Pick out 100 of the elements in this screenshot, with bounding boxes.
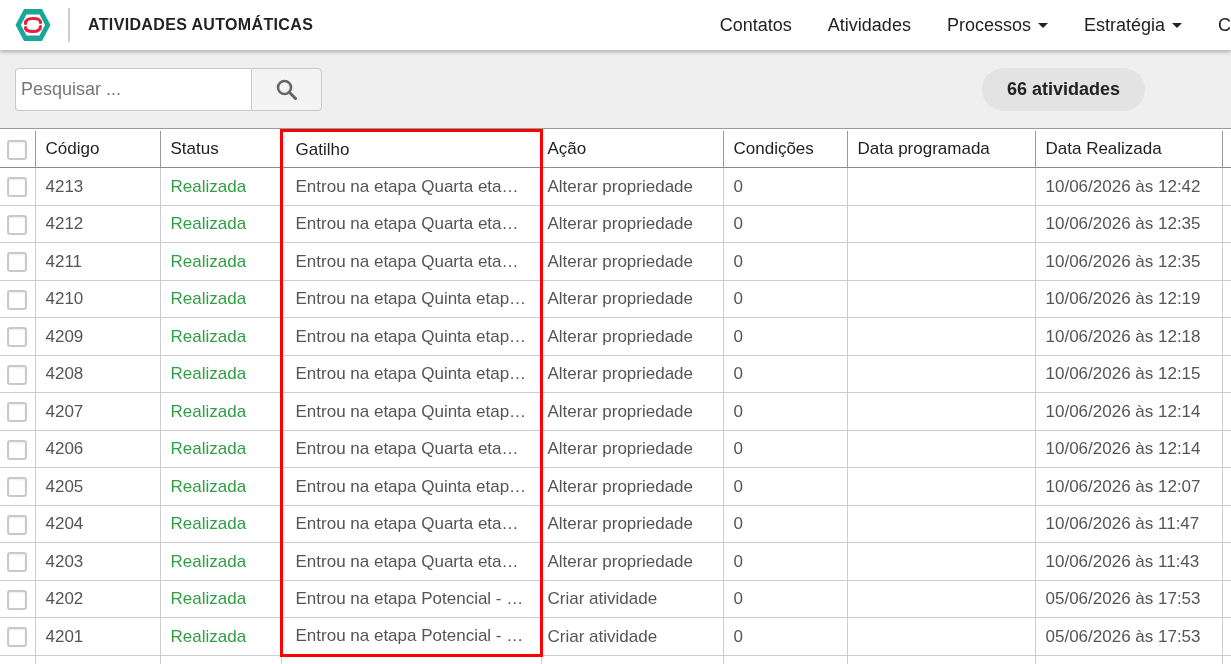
row-checkbox[interactable]	[7, 552, 28, 572]
table-cell: Entrou na etapa Quarta eta…	[281, 505, 541, 543]
status-text: Realizada	[160, 317, 281, 355]
column-header: Status	[160, 130, 281, 168]
table-cell: Criar atividade	[541, 617, 723, 655]
row-checkbox[interactable]	[7, 477, 28, 497]
nav-link[interactable]: Contatos	[701, 11, 810, 39]
table-cell: Entrou na etapa Potencial - …	[281, 617, 541, 655]
table-cell: 4205	[35, 467, 160, 505]
column-header: Data Realizada	[1035, 130, 1222, 168]
table-cell: 10/06/2026 às 12:19	[1035, 280, 1222, 318]
status-text: Realizada	[160, 617, 281, 655]
table-cell: Entrou na etapa Quinta etap…	[281, 317, 541, 355]
table-cell: Alterar propriedade	[541, 280, 723, 318]
table-cell: Entrou na etapa Potencial - …	[281, 580, 541, 618]
table-cell: 10/06/2026 às 12:18	[1035, 317, 1222, 355]
row-checkbox[interactable]	[7, 439, 28, 460]
status-text: Realizada	[160, 280, 281, 318]
activity-count: 66 atividades	[981, 67, 1145, 111]
table-cell: Entrou na etapa Quinta etap…	[281, 355, 541, 393]
table-cell: Criar atividade	[541, 580, 723, 618]
nav-link[interactable]: Estratégia	[1065, 11, 1200, 39]
status-text: Realizada	[160, 542, 281, 580]
row-checkbox[interactable]	[7, 514, 28, 535]
search-button[interactable]	[251, 67, 322, 111]
table-cell: 10/06/2026 às 12:07	[1035, 467, 1222, 505]
table-cell: 4206	[35, 430, 160, 468]
table-cell: Alterar propriedade	[541, 205, 723, 243]
status-text: Realizada	[160, 505, 281, 543]
table-cell: Entrou na etapa Quinta etap…	[281, 392, 541, 430]
table-cell: Entrou na etapa Quarta eta…	[281, 242, 541, 280]
status-text: Realizada	[160, 167, 281, 205]
search-icon	[276, 78, 297, 100]
row-checkbox[interactable]	[7, 402, 28, 422]
status-text: Realizada	[160, 580, 281, 618]
table-cell: 05/06/2026 às 17:53	[1035, 580, 1222, 618]
table-cell: Entrou na etapa Quarta eta…	[281, 205, 541, 243]
column-header: Data programada	[847, 130, 1035, 168]
table-cell: 0	[723, 430, 847, 468]
table-cell: 4209	[35, 317, 160, 355]
table-cell: 10/06/2026 às 11:43	[1035, 542, 1222, 580]
table-cell: Alterar propriedade	[541, 467, 723, 505]
page-title: ATIVIDADES AUTOMÁTICAS	[88, 14, 314, 35]
table-cell: 0	[723, 355, 847, 393]
table-cell: 0	[723, 542, 847, 580]
row-checkbox[interactable]	[7, 177, 28, 197]
table-cell: 10/06/2026 às 12:14	[1035, 430, 1222, 468]
row-checkbox[interactable]	[7, 364, 28, 385]
table-cell: 10/06/2026 às 11:47	[1035, 505, 1222, 543]
table-cell: Entrou na etapa Quinta etap…	[281, 280, 541, 318]
row-checkbox[interactable]	[7, 589, 28, 610]
table-cell: 0	[723, 505, 847, 543]
column-header: Gatilho	[281, 130, 541, 168]
nav-link[interactable]: Processos	[928, 11, 1066, 39]
table-cell: Alterar propriedade	[541, 167, 723, 205]
table-cell: 10/06/2026 às 12:35	[1035, 242, 1222, 280]
status-text: Realizada	[160, 355, 281, 393]
table-cell: 4213	[35, 167, 160, 205]
column-header: Condições	[723, 130, 847, 168]
table-cell: Alterar propriedade	[541, 505, 723, 543]
table-cell: Alterar propriedade	[541, 542, 723, 580]
row-checkbox[interactable]	[7, 289, 28, 310]
row-checkbox[interactable]	[7, 214, 28, 235]
table-cell: 05/06/2026 às 17:53	[1035, 617, 1222, 655]
status-text: Realizada	[160, 430, 281, 468]
table-cell: 0	[723, 467, 847, 505]
table-cell: 4212	[35, 205, 160, 243]
search-field[interactable]: Pesquisar ...	[15, 67, 251, 111]
nav-link[interactable]: Atividades	[809, 11, 929, 39]
table-cell: 10/06/2026 às 12:42	[1035, 167, 1222, 205]
status-text: Realizada	[160, 467, 281, 505]
table-cell: 0	[723, 205, 847, 243]
column-header: Código	[35, 130, 160, 168]
row-checkbox[interactable]	[7, 627, 28, 647]
table-cell: Alterar propriedade	[541, 355, 723, 393]
row-checkbox[interactable]	[7, 327, 28, 347]
select-all-checkbox[interactable]	[7, 139, 28, 160]
table-cell: Entrou na etapa Quinta etap…	[281, 467, 541, 505]
table-cell: Alterar propriedade	[541, 317, 723, 355]
column-header: Ação	[541, 130, 723, 168]
table-cell: 0	[723, 317, 847, 355]
table-cell: 4210	[35, 280, 160, 318]
table-cell: 4201	[35, 617, 160, 655]
table-cell: 0	[723, 617, 847, 655]
table-cell: 4202	[35, 580, 160, 618]
table-cell: 4211	[35, 242, 160, 280]
status-text: Realizada	[160, 392, 281, 430]
table-cell: Alterar propriedade	[541, 242, 723, 280]
logo-icon[interactable]	[15, 8, 51, 42]
row-checkbox[interactable]	[7, 252, 28, 272]
table-cell: 4208	[35, 355, 160, 393]
status-text: Realizada	[160, 205, 281, 243]
table-cell: 0	[723, 392, 847, 430]
table-cell: Alterar propriedade	[541, 392, 723, 430]
table-cell: Entrou na etapa Quarta eta…	[281, 167, 541, 205]
table-cell: 0	[723, 280, 847, 318]
table-cell: 10/06/2026 às 12:15	[1035, 355, 1222, 393]
nav-link[interactable]: C	[1200, 11, 1231, 39]
table-cell: 4203	[35, 542, 160, 580]
table-cell: 10/06/2026 às 12:35	[1035, 205, 1222, 243]
